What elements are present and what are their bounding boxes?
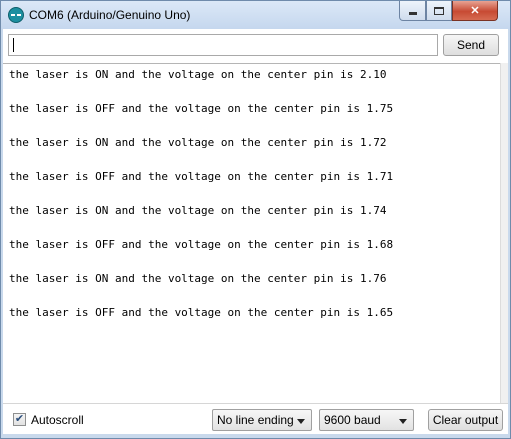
autoscroll-checkbox[interactable]: ✔ [13,413,26,426]
vertical-scrollbar[interactable] [500,63,508,403]
close-button[interactable]: ✕ [452,1,498,21]
clear-output-button[interactable]: Clear output [428,409,503,431]
send-button[interactable]: Send [443,34,499,56]
serial-input[interactable] [8,34,438,56]
autoscroll-label[interactable]: Autoscroll [31,413,84,427]
checkmark-icon: ✔ [14,413,25,425]
output-line: the laser is ON and the voltage on the c… [9,272,387,285]
serial-monitor-content: Send the laser is ON and the voltage on … [3,29,508,434]
bottom-bar: ✔ Autoscroll No line ending 9600 baud Cl… [3,403,508,434]
output-line: the laser is OFF and the voltage on the … [9,170,394,183]
arduino-icon [8,7,24,23]
window-title: COM6 (Arduino/Genuino Uno) [29,8,191,22]
output-line: the laser is OFF and the voltage on the … [9,238,394,251]
output-line: the laser is OFF and the voltage on the … [9,306,394,319]
output-line: the laser is ON and the voltage on the c… [9,204,387,217]
maximize-icon [434,6,444,15]
text-caret [13,38,14,52]
input-row: Send [3,29,508,63]
serial-output[interactable]: the laser is ON and the voltage on the c… [3,63,500,403]
close-icon: ✕ [470,5,480,17]
chevron-down-icon [399,419,407,424]
baud-rate-value: 9600 baud [324,413,381,427]
line-ending-select[interactable]: No line ending [212,409,312,431]
output-line: the laser is ON and the voltage on the c… [9,136,387,149]
minimize-button[interactable] [399,1,426,21]
minimize-icon [408,12,417,15]
line-ending-value: No line ending [217,413,294,427]
maximize-button[interactable] [426,1,452,21]
output-line: the laser is ON and the voltage on the c… [9,68,387,81]
output-line: the laser is OFF and the voltage on the … [9,102,394,115]
title-bar[interactable]: COM6 (Arduino/Genuino Uno) ✕ [1,1,510,29]
chevron-down-icon [297,419,305,424]
serial-monitor-window: COM6 (Arduino/Genuino Uno) ✕ Send the la… [0,0,511,439]
baud-rate-select[interactable]: 9600 baud [319,409,414,431]
